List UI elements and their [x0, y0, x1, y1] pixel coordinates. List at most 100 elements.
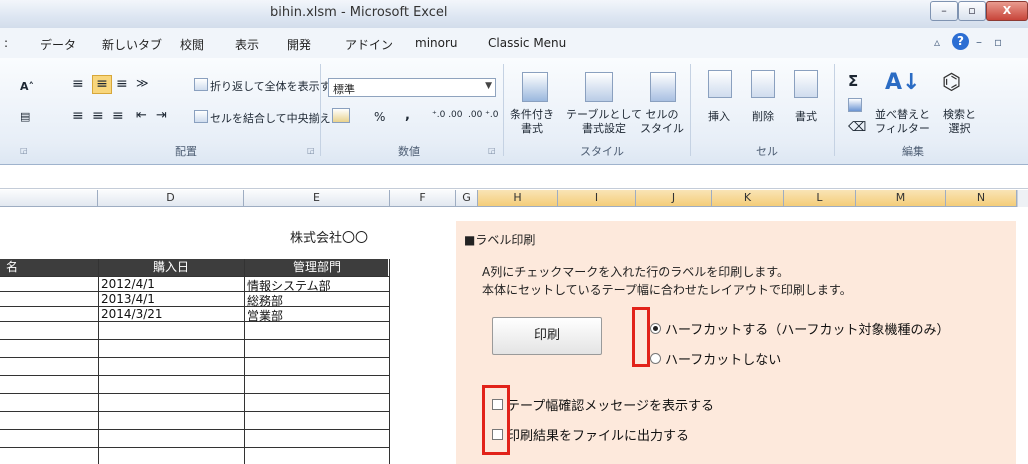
group-label-style: スタイル — [580, 145, 624, 158]
column-header-l[interactable]: L — [784, 190, 856, 206]
radio-no-half-cut[interactable]: ハーフカットしない — [650, 349, 781, 368]
font-size-up-icon[interactable]: A˄ — [20, 80, 34, 93]
header-item-name: 名 — [6, 260, 19, 274]
tab-addins[interactable]: アドイン — [345, 36, 393, 53]
percent-button[interactable]: % — [374, 110, 385, 124]
currency-icon[interactable] — [332, 108, 350, 123]
title-bar: bihin.xlsm - Microsoft Excel – ▫ X — [0, 0, 1028, 28]
decrease-decimal-button[interactable]: .00 ⁺.0 — [468, 110, 499, 120]
column-header-d[interactable]: D — [98, 190, 244, 206]
radio-selected-icon[interactable] — [650, 323, 661, 334]
close-button[interactable]: X — [986, 1, 1028, 21]
tab-minoru[interactable]: minoru — [415, 36, 458, 50]
tab-new-tab[interactable]: 新しいタブ — [102, 36, 162, 53]
tab-review[interactable]: 校閲 — [180, 36, 204, 53]
formula-bar[interactable] — [0, 165, 1028, 189]
align-bottom-icon[interactable]: ≡ — [116, 76, 128, 92]
insert-cells-icon — [708, 70, 732, 98]
indent-icon[interactable]: ▤ — [20, 110, 30, 123]
checkbox-tape-width-message[interactable]: テープ幅確認メッセージを表示する — [492, 395, 714, 414]
format-as-table-button[interactable]: テーブルとして 書式設定 — [566, 108, 642, 136]
column-header-c[interactable] — [0, 190, 98, 206]
radio-no-half-cut-label: ハーフカットしない — [665, 353, 782, 368]
chevron-down-icon: ▼ — [485, 81, 492, 91]
align-middle-icon[interactable]: ≡ — [92, 75, 112, 94]
orientation-icon[interactable]: ≫ — [136, 76, 149, 90]
delete-cells-icon — [751, 70, 775, 98]
minimize-button[interactable]: – — [930, 1, 958, 21]
column-header-f[interactable]: F — [390, 190, 456, 206]
sort-filter-button[interactable]: 並べ替えと フィルター — [875, 108, 930, 136]
format-button[interactable]: 書式 — [795, 108, 817, 124]
radio-half-cut[interactable]: ハーフカットする（ハーフカット対象機種のみ） — [650, 319, 949, 338]
column-header-h[interactable]: H — [478, 190, 558, 206]
tab-prefix: : — [4, 36, 9, 50]
align-left-icon[interactable]: ≡ — [72, 108, 84, 124]
align-top-icon[interactable]: ≡ — [72, 76, 84, 92]
conditional-format-button[interactable]: 条件付き 書式 — [510, 108, 554, 136]
workbook-minimize-icon[interactable]: – — [976, 35, 982, 49]
cell-purchase-date[interactable]: 2014/3/21 — [101, 307, 163, 321]
number-format-value: 標準 — [333, 83, 355, 96]
column-header-j[interactable]: J — [636, 190, 712, 206]
wrap-text-button[interactable]: 折り返して全体を表示する — [210, 78, 342, 94]
alignment-launcher-icon[interactable]: ◲ — [307, 146, 315, 155]
workbook-restore-icon[interactable]: ▫ — [994, 35, 1002, 49]
column-header-n[interactable]: N — [946, 190, 1017, 206]
checkbox-highlight-box — [482, 385, 510, 455]
header-department: 管理部門 — [292, 260, 341, 274]
ribbon: A˄ ▤ ≡ ≡ ≡ ≫ ≡ ≡ ≡ ⇤ ⇥ 折り返して全体を表示する セルを結… — [0, 58, 1028, 165]
align-right-icon[interactable]: ≡ — [112, 108, 124, 124]
checkbox-output-to-file-label: 印刷結果をファイルに出力する — [507, 429, 690, 444]
company-name: 株式会社〇〇 — [290, 231, 369, 246]
print-button[interactable]: 印刷 — [492, 317, 602, 355]
column-header-i[interactable]: I — [558, 190, 636, 206]
panel-description-line2: 本体にセットしているテープ幅に合わせたレイアウトで印刷します。 — [482, 283, 852, 297]
column-header-g[interactable]: G — [456, 190, 478, 206]
ribbon-tabs: : データ 新しいタブ 校閲 表示 開発 アドイン minoru Classic… — [0, 28, 1028, 59]
column-header-e[interactable]: E — [244, 190, 390, 206]
cell-purchase-date[interactable]: 2013/4/1 — [101, 292, 155, 306]
column-header-row: D E F G H I J K L M N — [0, 190, 1028, 207]
tab-data[interactable]: データ — [40, 36, 76, 53]
tab-classic-menu[interactable]: Classic Menu — [488, 36, 566, 50]
autosum-icon[interactable]: Σ — [848, 72, 858, 90]
insert-button[interactable]: 挿入 — [708, 108, 730, 124]
comma-button[interactable]: , — [405, 108, 410, 123]
conditional-format-icon — [522, 72, 548, 102]
header-purchase-date: 購入日 — [152, 260, 189, 274]
tab-developer[interactable]: 開発 — [287, 36, 311, 53]
format-as-table-icon — [585, 72, 613, 102]
sort-az-icon: A↓ — [885, 70, 921, 95]
align-center-icon[interactable]: ≡ — [92, 108, 104, 124]
increase-indent-icon[interactable]: ⇥ — [156, 108, 167, 123]
binoculars-icon: ⌬ — [942, 70, 962, 95]
delete-button[interactable]: 削除 — [752, 108, 774, 124]
cell-style-icon — [650, 72, 676, 102]
checkbox-output-to-file[interactable]: 印刷結果をファイルに出力する — [492, 425, 689, 444]
find-select-button[interactable]: 検索と 選択 — [943, 108, 976, 136]
increase-decimal-button[interactable]: ⁺.0 .00 — [432, 110, 463, 120]
fill-icon[interactable] — [848, 98, 862, 112]
cell-department[interactable]: 営業部 — [247, 307, 283, 324]
number-launcher-icon[interactable]: ◲ — [488, 146, 496, 155]
tab-view[interactable]: 表示 — [235, 36, 259, 53]
group-label-number: 数値 — [398, 145, 420, 158]
help-icon[interactable]: ? — [952, 33, 969, 50]
ribbon-minimize-caret-icon[interactable]: ▵ — [934, 35, 940, 49]
radio-unselected-icon[interactable] — [650, 353, 661, 364]
merge-center-button[interactable]: セルを結合して中央揃え — [210, 110, 331, 126]
column-header-m[interactable]: M — [856, 190, 946, 206]
font-launcher-icon[interactable]: ◲ — [20, 146, 28, 155]
cell-style-button[interactable]: セルの スタイル — [640, 108, 684, 136]
decrease-indent-icon[interactable]: ⇤ — [136, 108, 147, 123]
cell-purchase-date[interactable]: 2012/4/1 — [101, 277, 155, 291]
clear-eraser-icon[interactable]: ⌫ — [848, 120, 866, 135]
panel-title: ■ラベル印刷 — [464, 233, 536, 247]
label-print-panel: ■ラベル印刷 A列にチェックマークを入れた行のラベルを印刷します。 本体にセット… — [456, 221, 1016, 464]
group-label-alignment: 配置 — [175, 145, 197, 158]
number-format-combo[interactable]: 標準 ▼ — [328, 78, 496, 97]
column-header-k[interactable]: K — [712, 190, 784, 206]
restore-button[interactable]: ▫ — [958, 1, 986, 21]
worksheet[interactable]: 株式会社〇〇 名 購入日 管理部門 2012/4/1 情報システム部 2013/… — [0, 207, 1028, 464]
